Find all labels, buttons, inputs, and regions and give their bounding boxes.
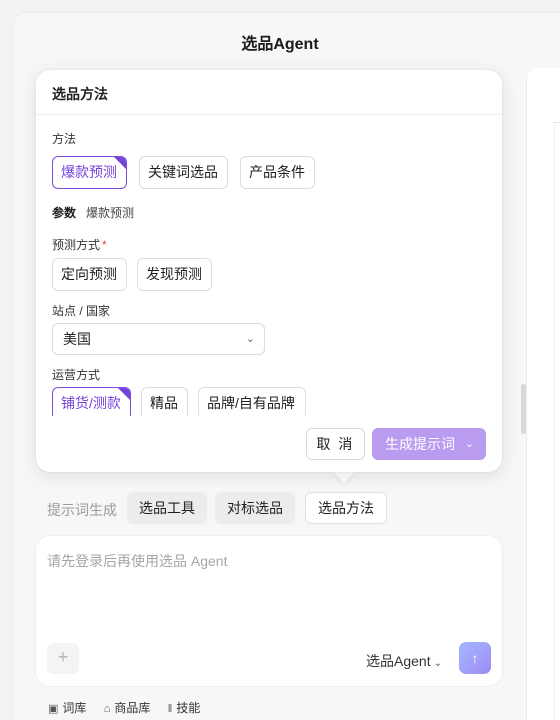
ops-option-brand[interactable]: 品牌/自有品牌 [198, 387, 306, 416]
generate-prompt-button[interactable]: 生成提示词 ⌄ [372, 428, 486, 460]
dictionary-icon: ▣ [48, 703, 59, 715]
method-option-burst[interactable]: 爆款预测 [52, 156, 127, 189]
prompt-generate-label: 提示词生成 [47, 502, 117, 518]
chevron-down-icon: ⌄ [245, 333, 255, 345]
chat-input-placeholder[interactable]: 请先登录后再使用选品 Agent [47, 551, 227, 571]
chat-input-card[interactable]: 请先登录后再使用选品 Agent + 选品Agent ⌄ ↑ [36, 536, 502, 686]
agent-select-label: 选品Agent [366, 653, 431, 669]
cancel-button[interactable]: 取 消 [306, 428, 365, 460]
site-value: 美国 [63, 331, 91, 347]
site-label: 站点 / 国家 [52, 304, 111, 318]
ops-option-boutique[interactable]: 精品 [141, 387, 188, 416]
tab-benchmark[interactable]: 对标选品 [215, 492, 295, 524]
tab-tools[interactable]: 选品工具 [127, 492, 207, 524]
ops-label: 运营方式 [52, 368, 101, 382]
site-select[interactable]: 美国 ⌄ [52, 323, 265, 355]
popover-title: 选品方法 [36, 70, 502, 115]
bottom-item-skills[interactable]: ‖ 技能 [168, 699, 201, 716]
bottom-links: ▣ 词库 ⌂ 商品库 ‖ 技能 [48, 699, 214, 716]
predict-option-discover[interactable]: 发现预测 [137, 258, 212, 291]
chevron-down-icon: ⌄ [433, 658, 442, 669]
params-label: 参数 [52, 206, 77, 220]
method-option-keyword[interactable]: 关键词选品 [139, 156, 228, 189]
predict-label: 预测方式 * [52, 238, 107, 252]
tab-method[interactable]: 选品方法 [305, 492, 387, 524]
arrow-up-icon: ↑ [471, 650, 479, 666]
params-value: 爆款预测 [86, 206, 135, 220]
required-mark: * [102, 238, 107, 252]
bottom-item-product-library[interactable]: ⌂ 商品库 [104, 699, 151, 716]
chevron-down-icon: ⌄ [464, 438, 474, 450]
popover-body: 方法 爆款预测 关键词选品 产品条件 参数 爆款预测 预测方式 * 定向预测 发现预… [36, 116, 502, 416]
skills-icon: ‖ [167, 703, 173, 715]
product-library-icon: ⌂ [103, 703, 111, 715]
prompt-generate-bar: 提示词生成 选品工具 对标选品 选品方法 [47, 492, 407, 524]
method-popover: 选品方法 方法 爆款预测 关键词选品 产品条件 参数 爆款预测 预测方式 * 定向预… [36, 70, 502, 472]
page-title: 选品Agent [241, 36, 319, 53]
scrollbar-thumb[interactable] [521, 384, 526, 434]
bottom-item-dictionary[interactable]: ▣ 词库 [48, 699, 86, 716]
add-attachment-button[interactable]: + [47, 643, 79, 674]
params-row: 参数 爆款预测 [52, 204, 134, 221]
method-label: 方法 [52, 132, 77, 146]
predict-option-targeted[interactable]: 定向预测 [52, 258, 127, 291]
side-panel-peek [526, 68, 560, 720]
send-button[interactable]: ↑ [459, 642, 491, 674]
generate-prompt-label: 生成提示词 [385, 436, 455, 452]
ops-option-dropship[interactable]: 铺货/测款 [52, 387, 131, 416]
agent-select[interactable]: 选品Agent ⌄ [366, 651, 442, 671]
method-option-product-condition[interactable]: 产品条件 [240, 156, 315, 189]
